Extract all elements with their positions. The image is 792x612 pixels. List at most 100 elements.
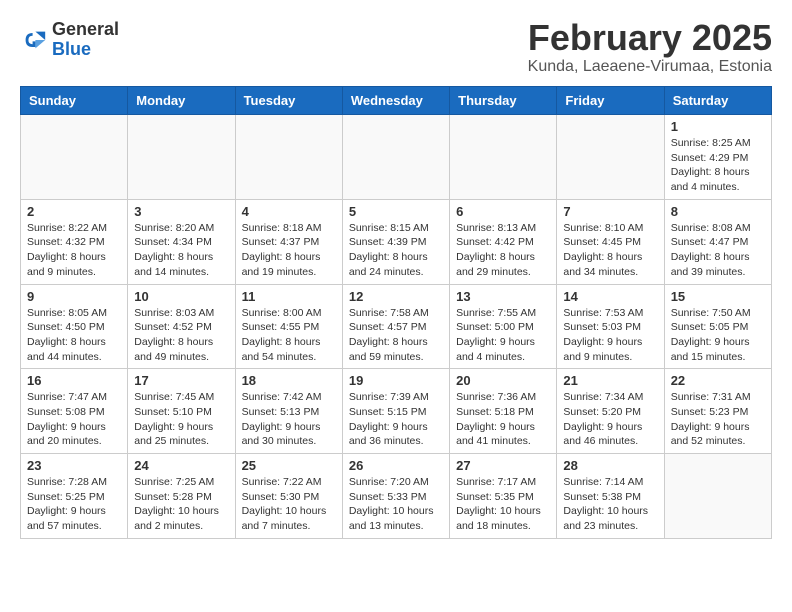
weekday-header-wednesday: Wednesday bbox=[342, 87, 449, 115]
day-number: 7 bbox=[563, 204, 657, 219]
calendar-week-row: 16 Sunrise: 7:47 AM Sunset: 5:08 PM Dayli… bbox=[21, 369, 772, 454]
calendar-cell: 2 Sunrise: 8:22 AM Sunset: 4:32 PM Daylig… bbox=[21, 199, 128, 284]
calendar-cell: 10Sunrise: 8:03 AM Sunset: 4:52 PM Dayli… bbox=[128, 284, 235, 369]
day-number: 27 bbox=[456, 458, 550, 473]
day-info: Sunrise: 7:42 AM Sunset: 5:13 PM Dayligh… bbox=[242, 390, 336, 449]
day-number: 21 bbox=[563, 373, 657, 388]
calendar-week-row: 23 Sunrise: 7:28 AM Sunset: 5:25 PM Dayli… bbox=[21, 454, 772, 539]
day-info: Sunrise: 7:36 AM Sunset: 5:18 PM Dayligh… bbox=[456, 390, 550, 449]
page-header: General Blue February 2025 Kunda, Laeaen… bbox=[20, 20, 772, 76]
day-number: 1 bbox=[671, 119, 765, 134]
day-info: Sunrise: 7:55 AM Sunset: 5:00 PM Dayligh… bbox=[456, 306, 550, 365]
day-info: Sunrise: 7:25 AM Sunset: 5:28 PM Dayligh… bbox=[134, 475, 228, 534]
day-info: Sunrise: 7:22 AM Sunset: 5:30 PM Dayligh… bbox=[242, 475, 336, 534]
day-number: 8 bbox=[671, 204, 765, 219]
calendar-cell: 12Sunrise: 7:58 AM Sunset: 4:57 PM Dayli… bbox=[342, 284, 449, 369]
calendar-cell bbox=[21, 115, 128, 200]
calendar-cell: 15 Sunrise: 7:50 AM Sunset: 5:05 PM Dayli… bbox=[664, 284, 771, 369]
day-number: 12 bbox=[349, 289, 443, 304]
day-number: 23 bbox=[27, 458, 121, 473]
day-info: Sunrise: 8:10 AM Sunset: 4:45 PM Dayligh… bbox=[563, 221, 657, 280]
calendar-cell bbox=[235, 115, 342, 200]
day-info: Sunrise: 7:17 AM Sunset: 5:35 PM Dayligh… bbox=[456, 475, 550, 534]
calendar-cell bbox=[450, 115, 557, 200]
day-number: 25 bbox=[242, 458, 336, 473]
day-number: 5 bbox=[349, 204, 443, 219]
day-number: 15 bbox=[671, 289, 765, 304]
day-number: 26 bbox=[349, 458, 443, 473]
day-number: 11 bbox=[242, 289, 336, 304]
calendar-cell: 22 Sunrise: 7:31 AM Sunset: 5:23 PM Dayli… bbox=[664, 369, 771, 454]
calendar-cell bbox=[664, 454, 771, 539]
day-info: Sunrise: 8:20 AM Sunset: 4:34 PM Dayligh… bbox=[134, 221, 228, 280]
day-info: Sunrise: 7:34 AM Sunset: 5:20 PM Dayligh… bbox=[563, 390, 657, 449]
calendar-cell bbox=[342, 115, 449, 200]
day-number: 18 bbox=[242, 373, 336, 388]
calendar-cell: 9Sunrise: 8:05 AM Sunset: 4:50 PM Daylig… bbox=[21, 284, 128, 369]
day-number: 3 bbox=[134, 204, 228, 219]
day-info: Sunrise: 8:22 AM Sunset: 4:32 PM Dayligh… bbox=[27, 221, 121, 280]
day-number: 16 bbox=[27, 373, 121, 388]
calendar-cell: 24 Sunrise: 7:25 AM Sunset: 5:28 PM Dayli… bbox=[128, 454, 235, 539]
day-info: Sunrise: 8:13 AM Sunset: 4:42 PM Dayligh… bbox=[456, 221, 550, 280]
calendar-cell: 14 Sunrise: 7:53 AM Sunset: 5:03 PM Dayli… bbox=[557, 284, 664, 369]
day-number: 14 bbox=[563, 289, 657, 304]
day-info: Sunrise: 8:25 AM Sunset: 4:29 PM Dayligh… bbox=[671, 136, 765, 195]
month-year-title: February 2025 bbox=[528, 20, 772, 56]
calendar-cell: 11 Sunrise: 8:00 AM Sunset: 4:55 PM Dayli… bbox=[235, 284, 342, 369]
day-number: 20 bbox=[456, 373, 550, 388]
day-info: Sunrise: 7:50 AM Sunset: 5:05 PM Dayligh… bbox=[671, 306, 765, 365]
day-number: 28 bbox=[563, 458, 657, 473]
day-info: Sunrise: 7:28 AM Sunset: 5:25 PM Dayligh… bbox=[27, 475, 121, 534]
weekday-header-thursday: Thursday bbox=[450, 87, 557, 115]
calendar-cell: 5 Sunrise: 8:15 AM Sunset: 4:39 PM Daylig… bbox=[342, 199, 449, 284]
calendar-cell: 4 Sunrise: 8:18 AM Sunset: 4:37 PM Daylig… bbox=[235, 199, 342, 284]
day-number: 9 bbox=[27, 289, 121, 304]
weekday-header-friday: Friday bbox=[557, 87, 664, 115]
calendar-cell: 20 Sunrise: 7:36 AM Sunset: 5:18 PM Dayli… bbox=[450, 369, 557, 454]
calendar-cell: 23 Sunrise: 7:28 AM Sunset: 5:25 PM Dayli… bbox=[21, 454, 128, 539]
title-section: February 2025 Kunda, Laeaene-Virumaa, Es… bbox=[528, 20, 772, 76]
calendar-cell: 8 Sunrise: 8:08 AM Sunset: 4:47 PM Daylig… bbox=[664, 199, 771, 284]
day-info: Sunrise: 8:00 AM Sunset: 4:55 PM Dayligh… bbox=[242, 306, 336, 365]
location-subtitle: Kunda, Laeaene-Virumaa, Estonia bbox=[528, 58, 772, 76]
calendar-cell: 26 Sunrise: 7:20 AM Sunset: 5:33 PM Dayli… bbox=[342, 454, 449, 539]
logo-blue-text: Blue bbox=[52, 39, 91, 59]
day-info: Sunrise: 8:08 AM Sunset: 4:47 PM Dayligh… bbox=[671, 221, 765, 280]
weekday-header-saturday: Saturday bbox=[664, 87, 771, 115]
day-number: 10 bbox=[134, 289, 228, 304]
logo-general-text: General bbox=[52, 19, 119, 39]
day-info: Sunrise: 8:18 AM Sunset: 4:37 PM Dayligh… bbox=[242, 221, 336, 280]
calendar-cell: 21 Sunrise: 7:34 AM Sunset: 5:20 PM Dayli… bbox=[557, 369, 664, 454]
calendar-cell: 28 Sunrise: 7:14 AM Sunset: 5:38 PM Dayli… bbox=[557, 454, 664, 539]
day-info: Sunrise: 7:14 AM Sunset: 5:38 PM Dayligh… bbox=[563, 475, 657, 534]
calendar-cell: 27 Sunrise: 7:17 AM Sunset: 5:35 PM Dayli… bbox=[450, 454, 557, 539]
day-number: 2 bbox=[27, 204, 121, 219]
day-info: Sunrise: 7:31 AM Sunset: 5:23 PM Dayligh… bbox=[671, 390, 765, 449]
logo-icon bbox=[20, 26, 48, 54]
calendar-table: SundayMondayTuesdayWednesdayThursdayFrid… bbox=[20, 86, 772, 539]
calendar-cell bbox=[128, 115, 235, 200]
calendar-cell: 3 Sunrise: 8:20 AM Sunset: 4:34 PM Daylig… bbox=[128, 199, 235, 284]
calendar-cell: 25 Sunrise: 7:22 AM Sunset: 5:30 PM Dayli… bbox=[235, 454, 342, 539]
calendar-week-row: 2 Sunrise: 8:22 AM Sunset: 4:32 PM Daylig… bbox=[21, 199, 772, 284]
day-number: 4 bbox=[242, 204, 336, 219]
day-info: Sunrise: 7:39 AM Sunset: 5:15 PM Dayligh… bbox=[349, 390, 443, 449]
calendar-week-row: 9Sunrise: 8:05 AM Sunset: 4:50 PM Daylig… bbox=[21, 284, 772, 369]
day-info: Sunrise: 8:15 AM Sunset: 4:39 PM Dayligh… bbox=[349, 221, 443, 280]
day-info: Sunrise: 7:47 AM Sunset: 5:08 PM Dayligh… bbox=[27, 390, 121, 449]
weekday-header-sunday: Sunday bbox=[21, 87, 128, 115]
logo: General Blue bbox=[20, 20, 119, 60]
day-info: Sunrise: 7:20 AM Sunset: 5:33 PM Dayligh… bbox=[349, 475, 443, 534]
calendar-cell bbox=[557, 115, 664, 200]
calendar-week-row: 1 Sunrise: 8:25 AM Sunset: 4:29 PM Daylig… bbox=[21, 115, 772, 200]
calendar-cell: 7 Sunrise: 8:10 AM Sunset: 4:45 PM Daylig… bbox=[557, 199, 664, 284]
day-number: 17 bbox=[134, 373, 228, 388]
day-info: Sunrise: 7:45 AM Sunset: 5:10 PM Dayligh… bbox=[134, 390, 228, 449]
day-info: Sunrise: 7:53 AM Sunset: 5:03 PM Dayligh… bbox=[563, 306, 657, 365]
weekday-header-tuesday: Tuesday bbox=[235, 87, 342, 115]
calendar-cell: 17 Sunrise: 7:45 AM Sunset: 5:10 PM Dayli… bbox=[128, 369, 235, 454]
day-number: 6 bbox=[456, 204, 550, 219]
day-number: 22 bbox=[671, 373, 765, 388]
day-number: 24 bbox=[134, 458, 228, 473]
